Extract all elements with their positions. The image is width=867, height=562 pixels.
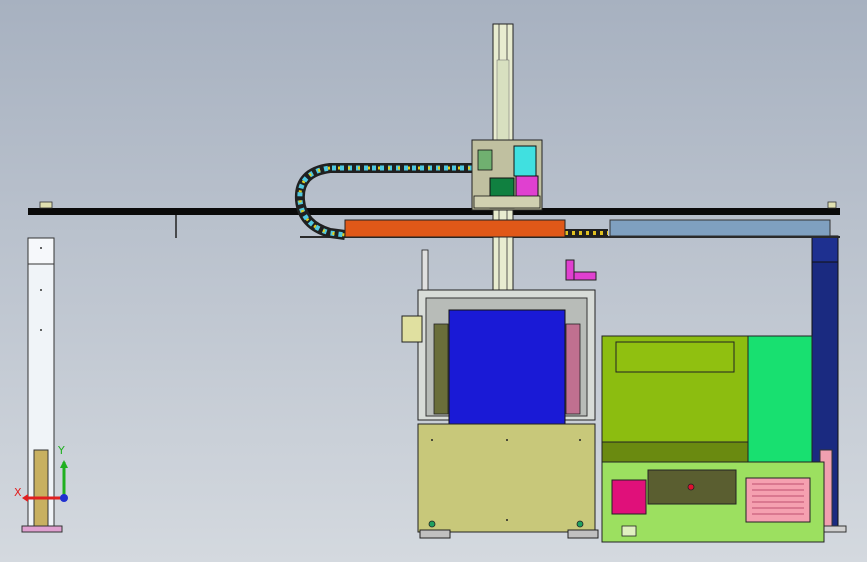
x-arrowhead [22,494,28,502]
control-console[interactable] [601,335,825,543]
y-axis-label: Y [57,444,65,457]
pink-control-panel[interactable] [611,479,647,515]
blue-workpiece-sheet[interactable] [448,309,566,429]
z-axis-dot [60,494,68,502]
vent-panel[interactable] [745,477,811,523]
y-arrowhead [60,460,68,468]
left-support-column[interactable] [21,237,63,533]
x-axis-carriage-plate[interactable] [344,219,566,238]
assembly-drawing[interactable]: X Y [0,0,867,562]
x-axis-label: X [14,486,22,499]
cad-viewport[interactable]: X Y [0,0,867,562]
gantry-carriage-head[interactable] [471,139,543,211]
machining-cabinet[interactable] [401,289,599,539]
side-control-box[interactable] [401,315,423,343]
